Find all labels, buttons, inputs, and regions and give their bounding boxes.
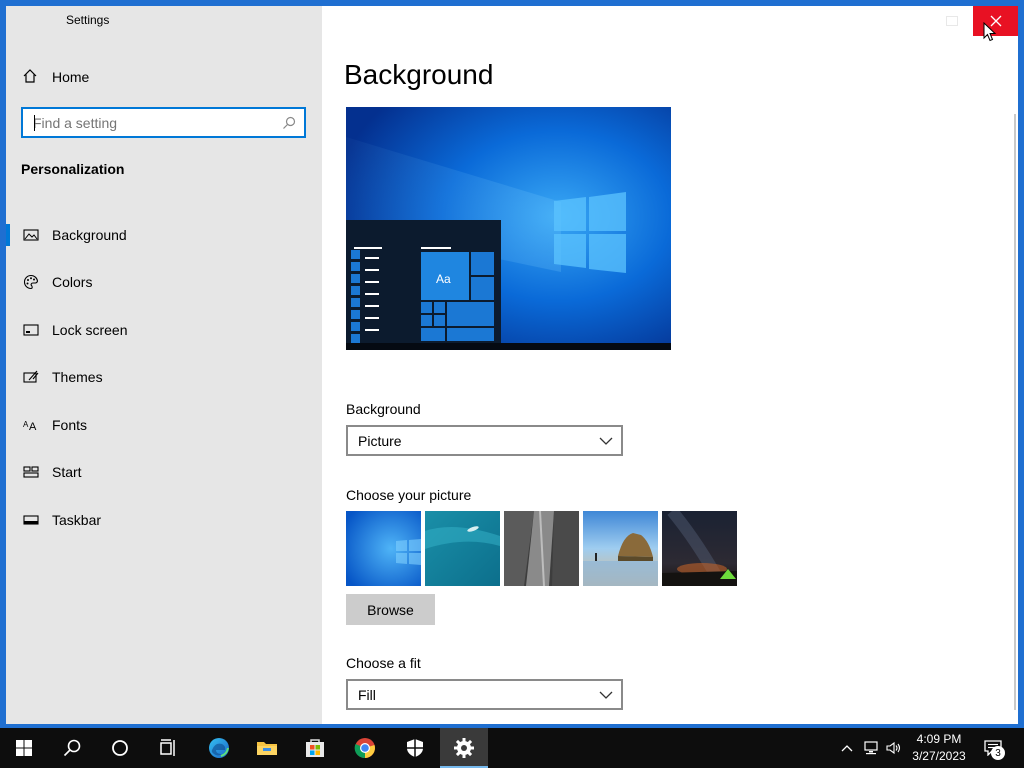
- cortana-icon: [112, 740, 128, 756]
- fit-dropdown-value: Fill: [358, 686, 376, 703]
- lock-screen-icon: [23, 322, 39, 338]
- background-dropdown[interactable]: Picture: [346, 425, 623, 456]
- picture-gallery: [346, 511, 737, 586]
- sidebar-item-label: Background: [52, 226, 127, 243]
- sidebar: Settings Home Personalization Background: [6, 6, 322, 724]
- taskbar-start-button[interactable]: [0, 728, 48, 768]
- picture-thumbnail-windows[interactable]: [346, 511, 421, 586]
- taskbar-edge-button[interactable]: [195, 728, 243, 768]
- sidebar-item-fonts[interactable]: AA Fonts: [6, 401, 322, 449]
- settings-icon: [454, 738, 474, 758]
- page-title: Background: [344, 59, 494, 90]
- scrollbar[interactable]: [1014, 114, 1016, 710]
- choose-picture-label: Choose your picture: [346, 487, 472, 503]
- security-icon: [407, 739, 423, 757]
- sidebar-item-label: Lock screen: [52, 321, 128, 338]
- taskbar-cortana-button[interactable]: [96, 728, 144, 768]
- window-frame-top: [6, 3, 1018, 6]
- settings-window: Settings Home Personalization Background: [6, 6, 1018, 724]
- chevron-down-icon: [599, 691, 613, 699]
- search-input[interactable]: [23, 109, 273, 136]
- volume-button[interactable]: [883, 728, 905, 768]
- sidebar-item-colors[interactable]: Colors: [6, 259, 322, 307]
- file-explorer-icon: [257, 742, 277, 755]
- sidebar-item-lock-screen[interactable]: Lock screen: [6, 306, 322, 354]
- store-icon: [306, 739, 324, 757]
- sidebar-item-label: Start: [52, 464, 82, 481]
- task-view-icon: [160, 739, 175, 756]
- taskbar-icon: [23, 512, 39, 528]
- maximize-button[interactable]: [946, 16, 958, 26]
- picture-thumbnail-rock[interactable]: [504, 511, 579, 586]
- sidebar-item-label: Themes: [52, 369, 103, 386]
- taskbar: 4:09 PM 3/27/2023: [0, 728, 1024, 768]
- chevron-up-icon: [841, 745, 853, 752]
- taskbar-file-explorer-button[interactable]: [243, 728, 291, 768]
- home-link[interactable]: Home: [22, 66, 89, 88]
- search-icon: [63, 739, 81, 757]
- taskbar-search-button[interactable]: [48, 728, 96, 768]
- volume-icon: [886, 741, 901, 755]
- sidebar-item-background[interactable]: Background: [6, 211, 322, 259]
- text-caret: [34, 115, 35, 131]
- network-button[interactable]: [860, 728, 882, 768]
- taskbar-security-button[interactable]: [391, 728, 439, 768]
- search-box[interactable]: [21, 107, 306, 138]
- home-icon: [22, 68, 38, 87]
- section-title: Personalization: [21, 161, 125, 177]
- clock-time: 4:09 PM: [916, 732, 962, 746]
- sidebar-item-taskbar[interactable]: Taskbar: [6, 496, 322, 544]
- start-icon: [23, 464, 39, 480]
- search-icon: [283, 116, 296, 129]
- svg-text:A: A: [29, 421, 37, 433]
- themes-icon: [23, 369, 39, 385]
- clock[interactable]: 4:09 PM 3/27/2023: [905, 731, 973, 765]
- choose-fit-label: Choose a fit: [346, 655, 421, 671]
- sidebar-item-label: Colors: [52, 274, 93, 291]
- home-label: Home: [52, 69, 90, 85]
- sidebar-item-label: Fonts: [52, 416, 88, 433]
- palette-icon: [23, 274, 39, 290]
- mouse-cursor: [983, 22, 997, 42]
- taskbar-store-button[interactable]: [291, 728, 339, 768]
- sidebar-item-label: Taskbar: [52, 511, 102, 528]
- sidebar-nav: Background Colors Lock screen Themes A A…: [6, 211, 322, 544]
- picture-thumbnail-beach[interactable]: [583, 511, 658, 586]
- chevron-down-icon: [599, 437, 613, 445]
- main-content: Background Aa Background Picture Choose …: [322, 6, 1018, 724]
- fonts-icon: AA: [23, 417, 39, 433]
- network-icon: [864, 741, 878, 755]
- taskbar-chrome-button[interactable]: [341, 728, 389, 768]
- picture-thumbnail-ocean[interactable]: [425, 511, 500, 586]
- edge-icon: [209, 738, 229, 758]
- background-label: Background: [346, 401, 421, 417]
- taskbar-task-view-button[interactable]: [144, 728, 192, 768]
- picture-thumbnail-night-sky[interactable]: [662, 511, 737, 586]
- clock-date: 3/27/2023: [912, 749, 966, 763]
- notification-count-badge: 3: [991, 746, 1005, 760]
- sidebar-item-start[interactable]: Start: [6, 449, 322, 497]
- taskbar-settings-button[interactable]: [440, 728, 488, 768]
- start-icon: [16, 740, 32, 756]
- background-dropdown-value: Picture: [358, 432, 402, 449]
- fit-dropdown[interactable]: Fill: [346, 679, 623, 710]
- chrome-icon: [354, 738, 375, 759]
- preview-sample-text: Aa: [436, 272, 451, 286]
- show-hidden-icons-button[interactable]: [838, 728, 856, 768]
- picture-icon: [23, 227, 39, 243]
- window-title: Settings: [66, 13, 110, 27]
- browse-button[interactable]: Browse: [346, 594, 435, 625]
- desktop-preview: Aa: [346, 107, 671, 350]
- sidebar-item-themes[interactable]: Themes: [6, 354, 322, 402]
